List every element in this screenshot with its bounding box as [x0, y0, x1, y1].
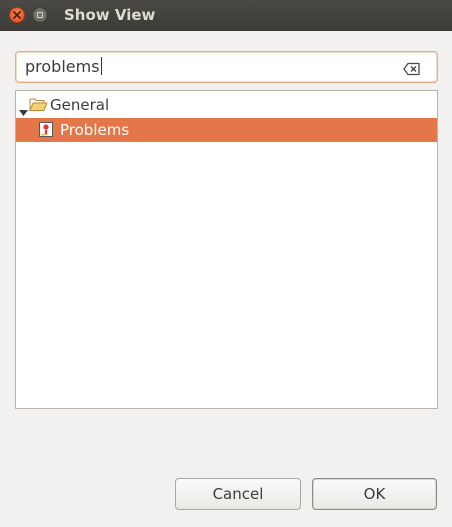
problems-view-icon: [38, 121, 54, 142]
view-tree[interactable]: General Problems: [15, 90, 438, 409]
maximize-icon[interactable]: [32, 7, 48, 23]
clear-text-icon[interactable]: [403, 61, 421, 80]
tree-item-label: Problems: [60, 121, 130, 139]
folder-open-icon: [29, 97, 48, 116]
title-bar: Show View: [0, 0, 452, 31]
search-input-value[interactable]: problems: [25, 52, 102, 82]
search-input[interactable]: problems: [15, 51, 438, 83]
window-title: Show View: [64, 6, 156, 24]
close-icon[interactable]: [9, 7, 25, 23]
tree-item-problems[interactable]: Problems: [16, 118, 437, 142]
tree-item-label: General: [50, 96, 110, 114]
tree-item-general[interactable]: General: [16, 93, 437, 117]
ok-button[interactable]: OK: [312, 478, 437, 510]
cancel-button[interactable]: Cancel: [175, 478, 301, 510]
